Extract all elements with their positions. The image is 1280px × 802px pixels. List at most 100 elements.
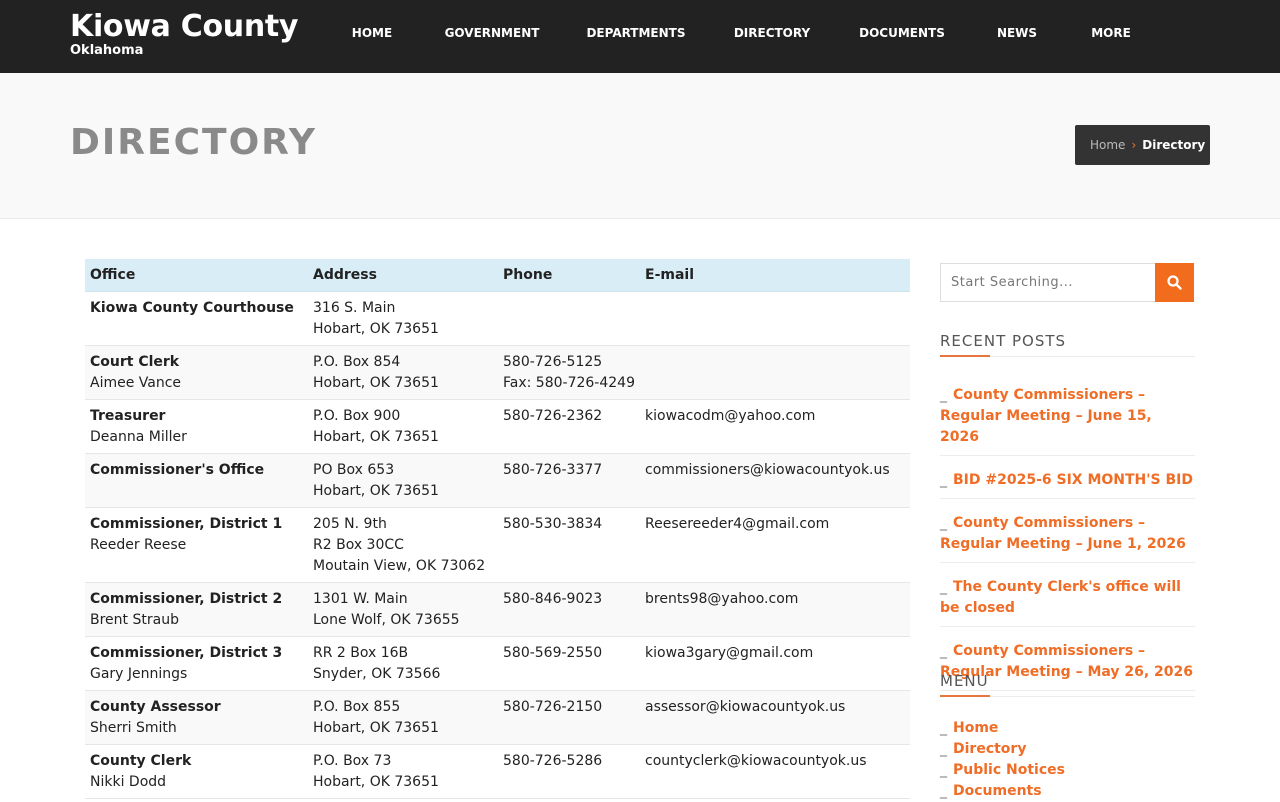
- cell-office: Commissioner's Office: [85, 453, 308, 508]
- search-icon: [1167, 275, 1182, 290]
- fax-number: Fax: 580-726-4249: [503, 374, 635, 391]
- table-row: Commissioner, District 1 Reeder Reese 205 …: [85, 507, 910, 583]
- breadcrumb-current: Directory: [1142, 138, 1206, 152]
- office-name: Commissioner, District 3: [90, 644, 283, 661]
- phone-number: 580-726-2362: [503, 407, 603, 424]
- menu-link-documents[interactable]: Documents: [953, 783, 1042, 799]
- cell-office: Commissioner, District 1 Reeder Reese: [85, 507, 308, 583]
- cell-email: assessor@kiowacountyok.us: [640, 690, 910, 745]
- address-line: P.O. Box 855: [313, 698, 401, 715]
- table-row: Commissioner, District 2 Brent Straub 1301…: [85, 582, 910, 637]
- menu-link-home[interactable]: Home: [953, 720, 998, 736]
- nav-departments[interactable]: DEPARTMENTS: [584, 18, 688, 49]
- cell-email: countyclerk@kiowacountyok.us: [640, 744, 910, 799]
- email-address[interactable]: Reesereeder4@gmail.com: [645, 514, 905, 535]
- menu-item-directory: _ Directory: [940, 739, 1195, 760]
- cell-office: Commissioner, District 3 Gary Jennings: [85, 636, 308, 691]
- address-line: Snyder, OK 73566: [313, 665, 441, 682]
- address-line: Hobart, OK 73651: [313, 773, 439, 790]
- table-row: Treasurer Deanna Miller P.O. Box 900 Hobart…: [85, 399, 910, 454]
- menu-link-directory[interactable]: Directory: [953, 741, 1026, 757]
- menu-item-home: _ Home: [940, 718, 1195, 739]
- address-line: P.O. Box 854: [313, 353, 401, 370]
- nav-home[interactable]: HOME: [340, 18, 404, 49]
- site-brand[interactable]: Kiowa County Oklahoma: [70, 10, 298, 58]
- recent-post-item: _ The County Clerk's office will be close…: [940, 577, 1195, 627]
- recent-post-link[interactable]: The County Clerk's office will be closed: [940, 579, 1181, 616]
- recent-posts-list: _ County Commissioners – Regular Meeting …: [940, 385, 1195, 705]
- recent-post-item: _ BID #2025-6 SIX MONTH'S BID: [940, 470, 1195, 499]
- address-line: PO Box 653: [313, 461, 395, 478]
- list-dash: _: [940, 643, 947, 659]
- list-dash: _: [940, 515, 947, 531]
- email-address[interactable]: countyclerk@kiowacountyok.us: [645, 751, 905, 772]
- office-person: Gary Jennings: [90, 665, 188, 682]
- menu-title: MENU: [940, 672, 1195, 697]
- cell-phone: 580-846-9023: [498, 582, 640, 637]
- table-row: Commissioner, District 3 Gary Jennings RR …: [85, 636, 910, 691]
- header-address: Address: [308, 259, 498, 292]
- cell-phone: 580-726-3377: [498, 453, 640, 508]
- address-line: P.O. Box 73: [313, 752, 392, 769]
- cell-phone: 580-530-3834: [498, 507, 640, 583]
- office-person: Nikki Dodd: [90, 773, 167, 790]
- list-dash: _: [940, 783, 947, 799]
- nav-documents[interactable]: DOCUMENTS: [855, 18, 949, 49]
- cell-address: 1301 W. Main Lone Wolf, OK 73655: [308, 582, 498, 637]
- search-input[interactable]: Start Searching...: [940, 263, 1156, 302]
- nav-government[interactable]: GOVERNMENT: [440, 18, 544, 49]
- header-phone: Phone: [498, 259, 640, 292]
- breadcrumb-home[interactable]: Home: [1090, 138, 1125, 152]
- nav-more[interactable]: MORE: [1084, 18, 1138, 49]
- table-row: County Assessor Sherri Smith P.O. Box 855 H…: [85, 690, 910, 745]
- search-button[interactable]: [1155, 263, 1194, 302]
- recent-post-link[interactable]: BID #2025-6 SIX MONTH'S BID: [953, 472, 1193, 488]
- header-email: E-mail: [640, 259, 910, 292]
- email-address[interactable]: assessor@kiowacountyok.us: [645, 697, 905, 718]
- phone-number: 580-726-5125: [503, 353, 603, 370]
- office-name: Commissioner's Office: [90, 461, 265, 478]
- cell-address: RR 2 Box 16B Snyder, OK 73566: [308, 636, 498, 691]
- email-address[interactable]: commissioners@kiowacountyok.us: [645, 460, 905, 481]
- breadcrumb: Home › Directory: [1075, 125, 1210, 165]
- address-line: 205 N. 9th: [313, 515, 387, 532]
- office-person: Reeder Reese: [90, 536, 187, 553]
- site-title[interactable]: Kiowa County: [70, 10, 298, 44]
- office-name: Commissioner, District 2: [90, 590, 283, 607]
- menu-item-documents: _ Documents: [940, 781, 1195, 802]
- cell-phone: 580-726-2150: [498, 690, 640, 745]
- nav-news[interactable]: NEWS: [990, 18, 1044, 49]
- address-line: 1301 W. Main: [313, 590, 408, 607]
- menu-link-public-notices[interactable]: Public Notices: [953, 762, 1065, 778]
- office-person: Sherri Smith: [90, 719, 177, 736]
- cell-address: PO Box 653 Hobart, OK 73651: [308, 453, 498, 508]
- list-dash: _: [940, 579, 947, 595]
- email-address[interactable]: kiowa3gary@gmail.com: [645, 643, 905, 664]
- address-line: Lone Wolf, OK 73655: [313, 611, 460, 628]
- email-address[interactable]: brents98@yahoo.com: [645, 589, 905, 610]
- cell-email: Reesereeder4@gmail.com: [640, 507, 910, 583]
- email-address[interactable]: kiowacodm@yahoo.com: [645, 406, 905, 427]
- cell-phone: [498, 291, 640, 346]
- cell-address: 205 N. 9th R2 Box 30CC Moutain View, OK 73…: [308, 507, 498, 583]
- recent-posts-title: RECENT POSTS: [940, 332, 1195, 357]
- page-title: DIRECTORY: [70, 122, 317, 163]
- recent-post-item: _ County Commissioners – Regular Meeting …: [940, 513, 1195, 563]
- cell-email: kiowacodm@yahoo.com: [640, 399, 910, 454]
- page-title-bar: DIRECTORY Home › Directory: [0, 73, 1280, 219]
- address-line: 316 S. Main: [313, 299, 396, 316]
- office-name: County Clerk: [90, 752, 192, 769]
- phone-number: 580-726-2150: [503, 698, 603, 715]
- office-name: Kiowa County Courthouse: [90, 299, 294, 316]
- table-body: Kiowa County Courthouse 316 S. Main Hobart…: [85, 291, 910, 799]
- cell-office: Treasurer Deanna Miller: [85, 399, 308, 454]
- recent-post-link[interactable]: County Commissioners – Regular Meeting –…: [940, 387, 1152, 445]
- address-line: Hobart, OK 73651: [313, 428, 439, 445]
- nav-directory[interactable]: DIRECTORY: [713, 18, 831, 49]
- cell-email: [640, 291, 910, 346]
- cell-office: County Clerk Nikki Dodd: [85, 744, 308, 799]
- cell-address: P.O. Box 855 Hobart, OK 73651: [308, 690, 498, 745]
- cell-address: 316 S. Main Hobart, OK 73651: [308, 291, 498, 346]
- list-dash: _: [940, 762, 947, 778]
- recent-post-link[interactable]: County Commissioners – Regular Meeting –…: [940, 515, 1186, 552]
